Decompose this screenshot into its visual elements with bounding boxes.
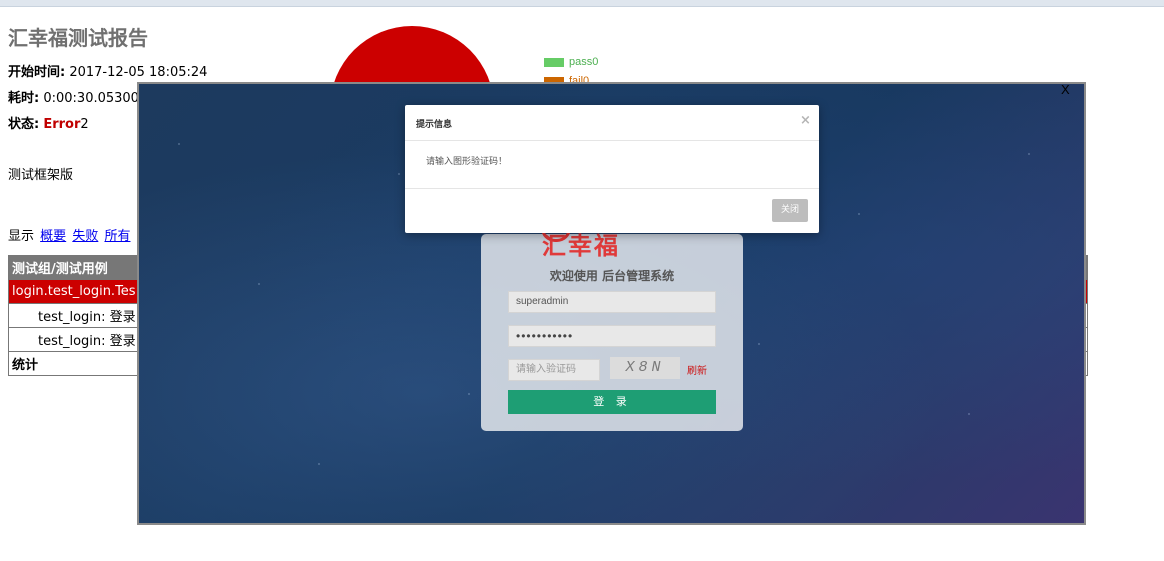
legend-pass: pass0 [544, 56, 598, 68]
status-line: 状态: Error2 [8, 117, 89, 133]
modal-message: 请输入图形验证码！ [426, 157, 508, 167]
modal-close-button[interactable]: 关闭 [772, 199, 808, 222]
overlay-close-button[interactable]: X [1061, 82, 1070, 97]
link-summary[interactable]: 概要 [40, 229, 66, 244]
duration-line: 耗时: 0:00:30.05300 [8, 91, 139, 107]
show-label: 显示 [8, 229, 35, 244]
legend-pass-label: pass0 [569, 56, 599, 68]
start-time-label: 开始时间: [8, 65, 66, 80]
captcha-image[interactable]: X8N [610, 357, 680, 379]
duration-label: 耗时: [8, 91, 40, 106]
start-time-value: 2017-12-05 18:05:24 [69, 65, 208, 80]
duration-value: 0:00:30.05300 [43, 91, 139, 106]
login-welcome: 欢迎使用 后台管理系统 [549, 269, 675, 283]
status-error-count: 2 [80, 117, 89, 132]
alert-modal: 提示信息 × 请输入图形验证码！ 关闭 [405, 105, 819, 233]
status-label: 状态: [8, 117, 40, 132]
report-title: 汇幸福测试报告 [8, 26, 148, 50]
captcha-input[interactable]: 请输入验证码 [508, 359, 600, 381]
browser-top-bar [0, 0, 1164, 7]
captcha-refresh-link[interactable]: 刷新 [687, 362, 707, 377]
link-failed[interactable]: 失败 [72, 229, 98, 244]
modal-footer: 关闭 [405, 188, 819, 234]
screenshot-overlay[interactable]: 汇幸福 欢迎使用 后台管理系统 superadmin ••••••••••• 请… [137, 82, 1086, 525]
link-all[interactable]: 所有 [104, 229, 130, 244]
report-description: 测试框架版 [8, 168, 74, 183]
password-field[interactable]: ••••••••••• [508, 325, 716, 347]
start-time-line: 开始时间: 2017-12-05 18:05:24 [8, 65, 207, 81]
status-error: Error [43, 117, 81, 132]
close-icon[interactable]: × [800, 113, 811, 128]
login-button[interactable]: 登 录 [508, 390, 716, 414]
legend-pass-swatch [544, 57, 564, 67]
username-field[interactable]: superadmin [508, 291, 716, 313]
show-filter: 显示 概要 失败 所有 [8, 225, 130, 244]
modal-header: 提示信息 × [405, 105, 819, 141]
modal-title: 提示信息 [416, 120, 453, 130]
